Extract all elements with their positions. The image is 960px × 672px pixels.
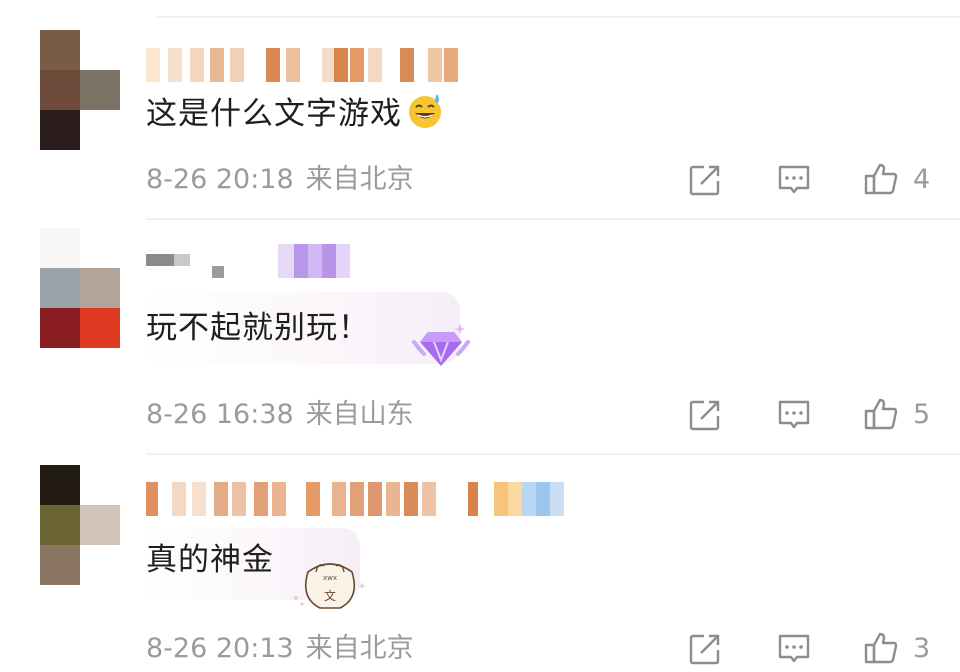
comment-text: 真的神金	[146, 542, 274, 578]
comment-divider	[146, 453, 960, 455]
comment-location: 来自北京	[305, 633, 414, 664]
username-blurred[interactable]	[146, 244, 366, 278]
comment-text: 这是什么文字游戏	[146, 92, 444, 140]
comment-icon[interactable]	[776, 397, 812, 433]
avatar[interactable]	[40, 30, 120, 150]
comment-meta: 8-26 16:38 来自山东	[146, 398, 414, 432]
username-blurred[interactable]	[146, 48, 476, 82]
comment-icon[interactable]	[776, 162, 812, 198]
username-blurred[interactable]	[146, 482, 576, 516]
share-icon[interactable]	[687, 397, 723, 433]
bunny-sticker-icon: xwx 文	[290, 558, 370, 616]
sweat-smile-emoji-icon	[406, 92, 444, 140]
comment-location: 来自北京	[305, 164, 414, 195]
comment-meta: 8-26 20:13 来自北京	[146, 632, 414, 666]
like-count: 5	[913, 399, 931, 430]
like-count: 4	[913, 164, 931, 195]
comment-date: 8-26 16:38	[146, 399, 294, 430]
share-icon[interactable]	[687, 631, 723, 667]
comment-icon[interactable]	[776, 631, 812, 667]
avatar[interactable]	[40, 228, 120, 348]
svg-text:文: 文	[324, 588, 336, 603]
like-icon[interactable]	[863, 396, 899, 432]
comment-text-content: 这是什么文字游戏	[146, 96, 402, 132]
comment-divider	[146, 218, 960, 220]
comment-date: 8-26 20:13	[146, 633, 294, 664]
like-icon[interactable]	[863, 161, 899, 197]
comment-location: 来自山东	[305, 399, 414, 430]
svg-text:xwx: xwx	[323, 574, 337, 582]
top-divider	[156, 16, 960, 18]
avatar[interactable]	[40, 465, 120, 585]
purple-diamond-badge-icon	[410, 320, 472, 376]
like-count: 3	[913, 633, 931, 664]
share-icon[interactable]	[687, 162, 723, 198]
like-icon[interactable]	[863, 630, 899, 666]
comment-text: 玩不起就别玩！	[146, 310, 370, 346]
comment-date: 8-26 20:18	[146, 164, 294, 195]
comment-meta: 8-26 20:18 来自北京	[146, 163, 414, 197]
